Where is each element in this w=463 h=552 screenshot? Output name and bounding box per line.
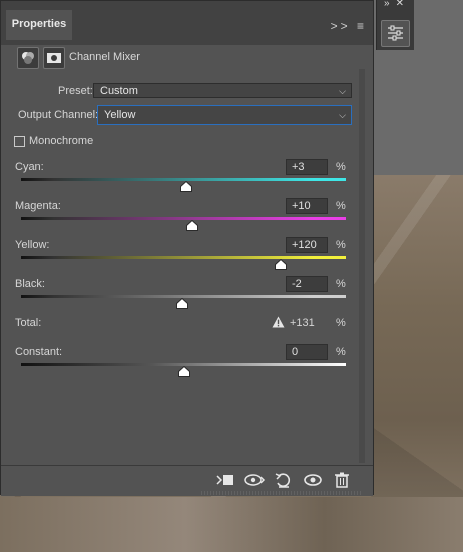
close-icon[interactable]: ✕ [396, 0, 410, 9]
black-value-input[interactable]: -2 [286, 276, 328, 292]
magenta-value-input[interactable]: +10 [286, 198, 328, 214]
reset-icon[interactable] [273, 472, 295, 492]
trash-icon[interactable] [331, 472, 353, 492]
visibility-eye-icon[interactable] [302, 472, 324, 492]
chevron-down-icon: ⌵ [339, 110, 346, 120]
hamburger-menu-icon[interactable]: ≡ [357, 19, 367, 33]
layer-mask-icon [47, 53, 61, 63]
dock-controls: »✕ [384, 0, 410, 9]
panel-scrollbar[interactable] [359, 69, 365, 463]
adjustment-title: Channel Mixer [69, 51, 140, 63]
double-chevron-right-icon[interactable]: >> [331, 19, 351, 33]
yellow-unit: % [336, 239, 346, 251]
panel-menu: >> ≡ [331, 19, 367, 33]
monochrome-checkbox[interactable] [14, 136, 25, 147]
adjustments-panel-button[interactable] [381, 20, 410, 47]
constant-unit: % [336, 346, 346, 358]
preset-value: Custom [100, 85, 138, 97]
double-chevron-right-icon[interactable]: » [384, 0, 396, 9]
yellow-label: Yellow: [15, 239, 50, 251]
magenta-label: Magenta: [15, 200, 61, 212]
total-label: Total: [15, 317, 42, 329]
magenta-unit: % [336, 200, 346, 212]
preset-label: Preset: [58, 85, 93, 97]
monochrome-label: Monochrome [29, 135, 94, 147]
yellow-value-input[interactable]: +120 [286, 237, 328, 253]
output-channel-value: Yellow [104, 109, 136, 121]
sliders-icon [388, 25, 403, 41]
total-value: +131 [290, 317, 315, 329]
output-channel-select[interactable]: Yellow ⌵ [97, 105, 352, 125]
channel-mixer-icon [22, 52, 34, 64]
marble-image-bottom [0, 497, 463, 552]
black-unit: % [336, 278, 346, 290]
layer-mask-button[interactable] [43, 47, 65, 69]
properties-panel: Properties >> ≡ Channel Mixer Preset: Cu… [0, 0, 374, 496]
resize-grip[interactable] [201, 491, 361, 495]
total-unit: % [336, 317, 346, 329]
constant-value-input[interactable]: 0 [286, 344, 328, 360]
cyan-label: Cyan: [15, 161, 44, 173]
view-previous-state-icon[interactable] [244, 472, 266, 492]
warning-triangle-icon [272, 316, 285, 328]
panel-tabbar: Properties >> ≡ [1, 1, 373, 45]
cyan-value-input[interactable]: +3 [286, 159, 328, 175]
magenta-slider-track[interactable] [21, 217, 346, 220]
clip-to-layer-icon[interactable] [214, 472, 236, 492]
constant-label: Constant: [15, 346, 63, 358]
chevron-down-icon: ⌵ [339, 86, 346, 96]
channel-mixer-icon-button[interactable] [17, 47, 39, 69]
preset-select[interactable]: Custom ⌵ [93, 83, 352, 98]
black-label: Black: [15, 278, 45, 290]
yellow-slider-track[interactable] [21, 256, 346, 259]
tab-properties[interactable]: Properties [6, 10, 72, 40]
output-channel-label: Output Channel: [18, 109, 99, 121]
cyan-unit: % [336, 161, 346, 173]
